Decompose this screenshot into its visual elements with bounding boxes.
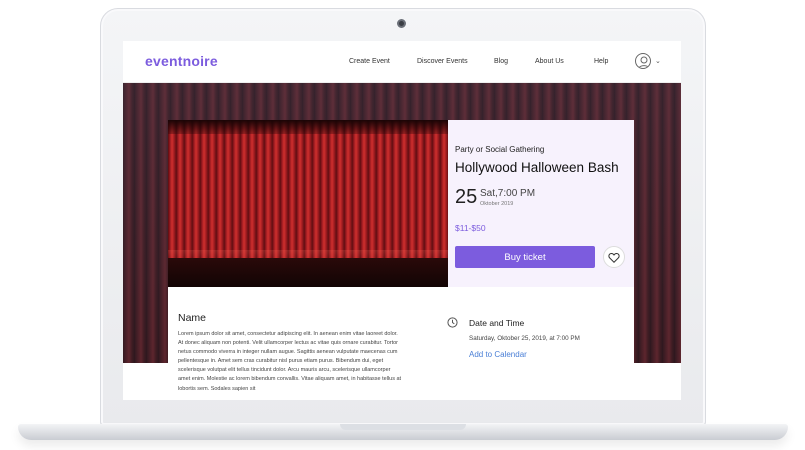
date-time-value: Saturday, Oktober 25, 2019, at 7:00 PM [469, 335, 580, 342]
buy-ticket-button[interactable]: Buy ticket [455, 246, 595, 268]
event-info-panel: Party or Social Gathering Hollywood Hall… [448, 120, 634, 287]
nav-create-event[interactable]: Create Event [349, 58, 390, 65]
top-navbar: eventnoire Create Event Discover Events … [123, 41, 681, 83]
event-title: Hollywood Halloween Bash [455, 160, 619, 175]
stage-floor [168, 258, 448, 287]
user-menu[interactable]: ⌄ [635, 53, 661, 69]
nav-blog[interactable]: Blog [494, 58, 508, 65]
nav-help[interactable]: Help [594, 58, 608, 65]
event-day: 25 [455, 186, 478, 208]
add-to-calendar-link[interactable]: Add to Calendar [469, 350, 527, 359]
eventnoire-logo[interactable]: eventnoire [145, 53, 218, 69]
user-icon[interactable] [635, 53, 651, 69]
event-weekday-time: Sat,7:00 PM [480, 188, 536, 199]
heart-icon [608, 252, 620, 263]
browser-screen: eventnoire Create Event Discover Events … [123, 41, 681, 400]
event-category: Party or Social Gathering [455, 145, 545, 154]
event-month-year: Oktober 2019 [480, 201, 514, 207]
chevron-down-icon[interactable]: ⌄ [655, 57, 661, 65]
event-description: Lorem ipsum dolor sit amet, consectetur … [178, 331, 402, 392]
nav-about-us[interactable]: About Us [535, 58, 564, 65]
favorite-button[interactable] [603, 246, 625, 268]
nav-discover-events[interactable]: Discover Events [417, 58, 468, 65]
date-time-heading: Date and Time [469, 318, 525, 328]
event-image [168, 120, 448, 287]
clock-icon [447, 317, 458, 328]
name-heading: Name [178, 312, 207, 324]
laptop-base-notch [340, 424, 466, 430]
event-price: $11-$50 [455, 223, 486, 233]
webcam [397, 19, 406, 28]
event-details: Name Lorem ipsum dolor sit amet, consect… [168, 287, 634, 400]
